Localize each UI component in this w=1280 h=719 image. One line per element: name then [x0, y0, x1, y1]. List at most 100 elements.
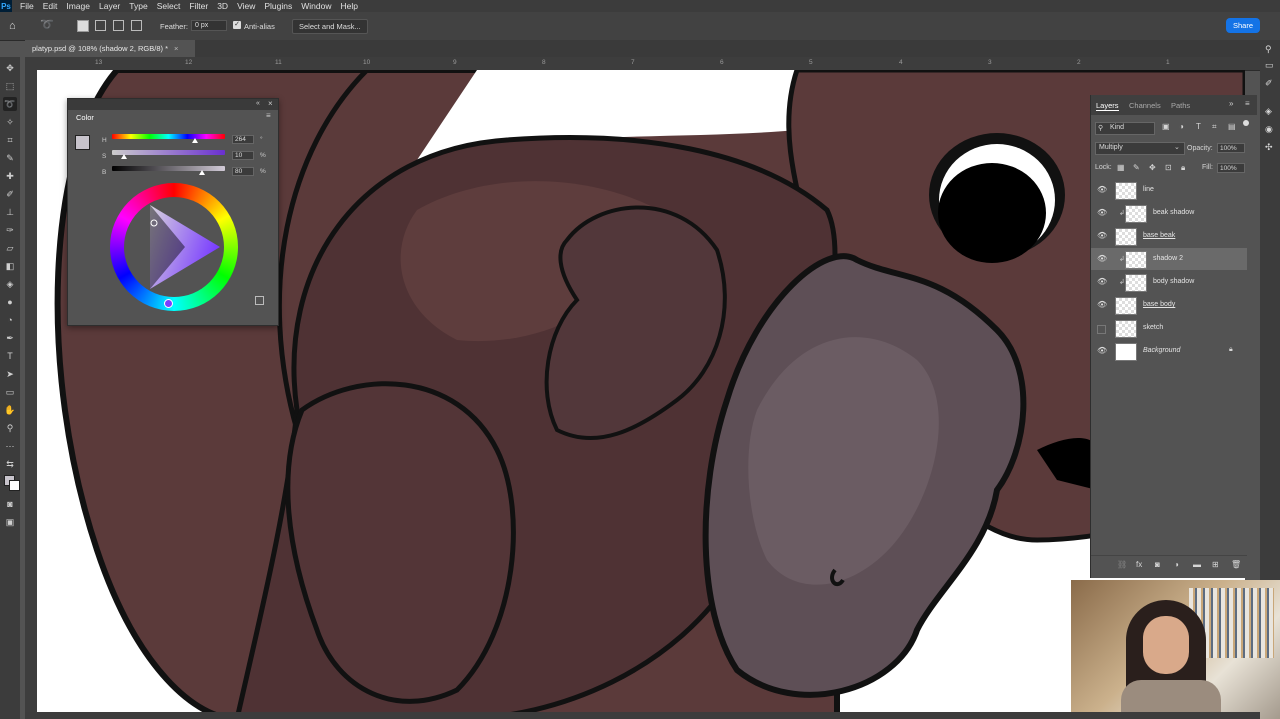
eye-icon[interactable]: 👁︎: [1097, 254, 1107, 263]
close-panel-icon[interactable]: ×: [268, 99, 273, 108]
filter-adjustment-icon[interactable]: ◑: [1179, 122, 1184, 131]
background-color-swatch[interactable]: [9, 480, 20, 491]
paint-bucket-tool-icon[interactable]: ◈: [3, 277, 17, 291]
marquee-tool-icon[interactable]: ⬚: [3, 79, 17, 93]
panel-menu-icon[interactable]: ≡: [266, 111, 271, 120]
close-tab-icon[interactable]: ×: [174, 44, 178, 53]
brush-tool-icon[interactable]: ✐: [3, 187, 17, 201]
more-tools-icon[interactable]: ⋯: [3, 439, 17, 453]
collapse-panel-icon[interactable]: «: [256, 100, 260, 107]
lasso-tool-icon[interactable]: ➰: [3, 97, 17, 111]
layer-row-base-beak[interactable]: 👁︎ base beak: [1091, 225, 1247, 247]
eye-icon[interactable]: 👁︎: [1097, 208, 1107, 217]
quick-mask-icon[interactable]: ◙: [3, 497, 17, 511]
eyedropper-tool-icon[interactable]: ✎: [3, 151, 17, 165]
new-layer-icon[interactable]: ⊞: [1212, 560, 1219, 569]
lock-all-icon[interactable]: 🔒︎: [1181, 163, 1185, 173]
menu-layer[interactable]: Layer: [99, 1, 120, 11]
filter-shape-icon[interactable]: ⌗: [1212, 122, 1217, 132]
eye-icon[interactable]: 👁︎: [1097, 346, 1107, 355]
intersect-selection-icon[interactable]: [131, 20, 142, 31]
hue-value-input[interactable]: 264: [232, 135, 254, 144]
paths-panel-icon[interactable]: ✣: [1265, 142, 1273, 153]
adjustment-layer-icon[interactable]: ◑: [1174, 560, 1179, 569]
brushes-panel-icon[interactable]: ✐: [1265, 78, 1273, 89]
opacity-input[interactable]: 100%: [1217, 143, 1245, 153]
move-tool-icon[interactable]: ✥: [3, 61, 17, 75]
gradient-tool-icon[interactable]: ◧: [3, 259, 17, 273]
filter-type-icon[interactable]: T: [1196, 122, 1201, 131]
saturation-value-input[interactable]: 10: [232, 151, 254, 160]
layer-row-sketch[interactable]: sketch: [1091, 317, 1247, 339]
lock-position-icon[interactable]: ✥: [1149, 163, 1156, 172]
brightness-slider-handle[interactable]: [199, 170, 205, 175]
layer-filter-select[interactable]: ⚲ Kind: [1095, 122, 1155, 135]
layer-row-background[interactable]: 👁︎ Background 🔒︎: [1091, 340, 1247, 362]
blend-mode-select[interactable]: Multiply ⌄: [1095, 142, 1185, 155]
menu-plugins[interactable]: Plugins: [264, 1, 292, 11]
layer-row-body-shadow[interactable]: 👁︎ ↲ body shadow: [1091, 271, 1247, 293]
rotate-view-tool-icon[interactable]: ✋: [3, 403, 17, 417]
hue-slider[interactable]: [112, 134, 225, 139]
hue-ring-handle[interactable]: [164, 299, 173, 308]
menu-help[interactable]: Help: [340, 1, 357, 11]
document-tab[interactable]: platyp.psd @ 108% (shadow 2, RGB/8) * ×: [25, 40, 195, 57]
eye-icon[interactable]: 👁︎: [1097, 231, 1107, 240]
link-layers-icon[interactable]: ⛓︎: [1117, 560, 1127, 569]
panel-menu-icon[interactable]: ≡: [1245, 99, 1250, 108]
menu-file[interactable]: File: [20, 1, 34, 11]
feather-input[interactable]: 0 px: [191, 20, 227, 31]
layer-row-shadow-2[interactable]: 👁︎ ↲ shadow 2: [1091, 248, 1247, 270]
eye-icon[interactable]: 👁︎: [1097, 277, 1107, 286]
collapse-panel-icon[interactable]: »: [1229, 99, 1233, 108]
saturation-slider[interactable]: [112, 150, 225, 155]
pen-tool-icon[interactable]: ✒: [3, 331, 17, 345]
brightness-value-input[interactable]: 80: [232, 167, 254, 176]
add-selection-icon[interactable]: [95, 20, 106, 31]
menu-edit[interactable]: Edit: [43, 1, 58, 11]
path-selection-tool-icon[interactable]: ➤: [3, 367, 17, 381]
layer-row-base-body[interactable]: 👁︎ base body: [1091, 294, 1247, 316]
subtract-selection-icon[interactable]: [113, 20, 124, 31]
zoom-tool-icon[interactable]: ⚲: [3, 421, 17, 435]
layer-row-line[interactable]: 👁︎ line: [1091, 179, 1247, 201]
magic-wand-tool-icon[interactable]: ✧: [3, 115, 17, 129]
share-button[interactable]: Share: [1226, 18, 1260, 33]
crop-tool-icon[interactable]: ⌗: [3, 133, 17, 147]
tab-channels[interactable]: Channels: [1129, 101, 1161, 110]
new-selection-icon[interactable]: [77, 20, 89, 32]
menu-filter[interactable]: Filter: [189, 1, 208, 11]
layer-style-icon[interactable]: fx: [1136, 560, 1142, 569]
menu-window[interactable]: Window: [301, 1, 331, 11]
libraries-panel-icon[interactable]: ◉: [1265, 124, 1273, 135]
healing-brush-tool-icon[interactable]: ✚: [3, 169, 17, 183]
hue-slider-handle[interactable]: [192, 138, 198, 143]
saturation-slider-handle[interactable]: [121, 154, 127, 159]
antialias-checkbox[interactable]: ✓: [233, 21, 241, 29]
eye-icon[interactable]: 👁︎: [1097, 185, 1107, 194]
fill-input[interactable]: 100%: [1217, 163, 1245, 173]
lock-pixels-icon[interactable]: ✎: [1133, 163, 1140, 172]
menu-3d[interactable]: 3D: [217, 1, 228, 11]
eraser-tool-icon[interactable]: ▱: [3, 241, 17, 255]
color-panel-header[interactable]: « ×: [68, 99, 278, 110]
brightness-slider[interactable]: [112, 166, 225, 171]
workspace-icon[interactable]: ▭: [1265, 60, 1274, 71]
select-and-mask-button[interactable]: Select and Mask...: [292, 19, 368, 34]
hidden-eye-icon[interactable]: [1097, 325, 1106, 334]
filter-toggle-icon[interactable]: [1243, 120, 1249, 126]
dodge-tool-icon[interactable]: ◔: [3, 313, 17, 327]
delete-layer-icon[interactable]: 🗑︎: [1231, 560, 1241, 569]
menu-select[interactable]: Select: [157, 1, 181, 11]
lock-transparent-icon[interactable]: ▦: [1117, 163, 1125, 172]
layer-row-beak-shadow[interactable]: 👁︎ ↲ beak shadow: [1091, 202, 1247, 224]
color-wheel[interactable]: [110, 183, 238, 311]
color-triangle[interactable]: [110, 183, 238, 311]
rectangle-tool-icon[interactable]: ▭: [3, 385, 17, 399]
lock-artboard-icon[interactable]: ⊡: [1165, 163, 1172, 172]
color-wheel-options-icon[interactable]: [255, 296, 264, 305]
new-group-icon[interactable]: ▬: [1193, 560, 1201, 569]
filter-smart-object-icon[interactable]: ▤: [1228, 122, 1236, 131]
tab-layers[interactable]: Layers: [1096, 101, 1119, 111]
blur-tool-icon[interactable]: ●: [3, 295, 17, 309]
